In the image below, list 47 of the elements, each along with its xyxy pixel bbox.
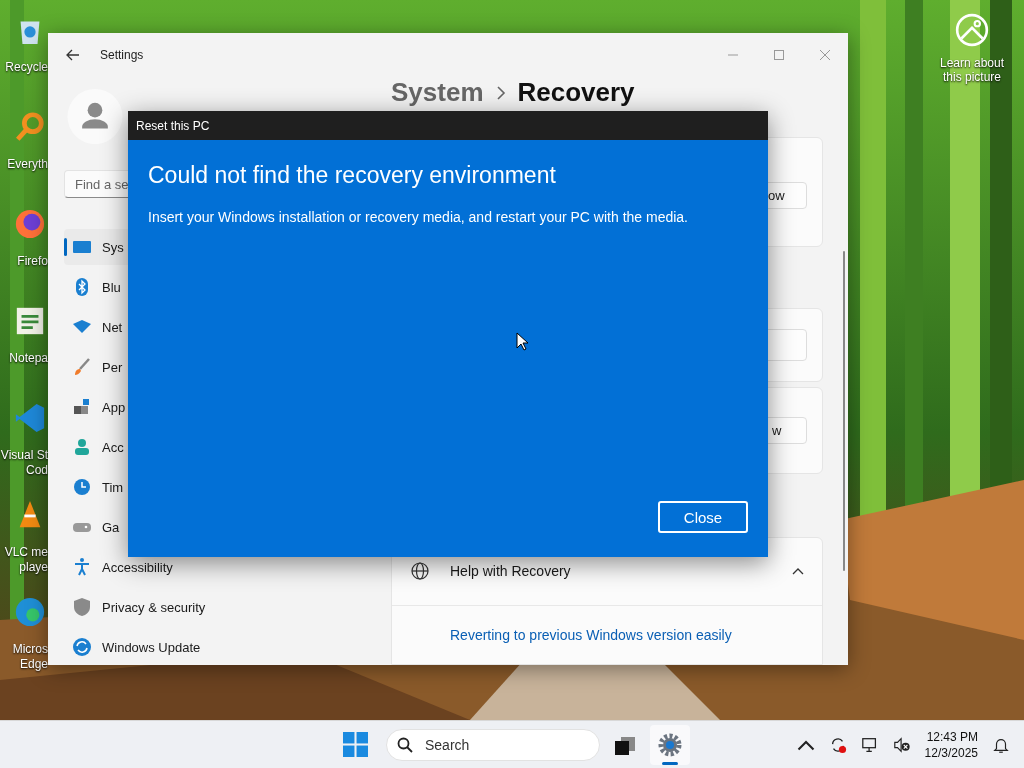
back-arrow-icon[interactable] bbox=[66, 49, 80, 61]
desktop-icon-label: Cod bbox=[26, 463, 48, 478]
person-icon bbox=[72, 437, 92, 457]
desktop-icon-label: Everyth bbox=[7, 157, 48, 172]
pointer-icon bbox=[516, 332, 528, 351]
apps-icon bbox=[72, 397, 92, 417]
dialog-title: Reset this PC bbox=[136, 118, 210, 133]
nav-item[interactable]: Privacy & security bbox=[64, 589, 332, 625]
nav-item[interactable]: Windows Update bbox=[64, 629, 332, 665]
accessibility-icon bbox=[72, 557, 92, 577]
clock-icon bbox=[72, 477, 92, 497]
maximize-icon[interactable] bbox=[774, 50, 784, 60]
chevron-right-icon bbox=[495, 84, 506, 101]
brush-icon bbox=[72, 357, 92, 377]
breadcrumb-parent[interactable]: System bbox=[391, 77, 484, 109]
close-icon[interactable] bbox=[820, 50, 830, 60]
avatar[interactable] bbox=[65, 89, 125, 145]
globe-icon bbox=[410, 561, 430, 582]
learn-picture-label[interactable]: Learn about bbox=[939, 56, 1005, 70]
desktop-icon-label: playe bbox=[19, 560, 48, 575]
chevron-icon[interactable] bbox=[792, 567, 804, 576]
desktop-icon-label: Firefo bbox=[17, 254, 48, 269]
search-icon bbox=[397, 736, 413, 753]
settings-icon bbox=[658, 732, 682, 757]
help-title: Help with Recovery bbox=[450, 563, 572, 580]
window-title: Settings bbox=[100, 48, 144, 62]
desktop-icon-label: Notepa bbox=[9, 351, 48, 366]
shield-icon bbox=[72, 597, 92, 617]
desktop-icon-label: Micros bbox=[12, 642, 48, 657]
muted-speaker-icon[interactable] bbox=[892, 735, 911, 754]
help-link[interactable]: Reverting to previous Windows version easily bbox=[450, 627, 732, 643]
clock-time[interactable]: 12:43 PM bbox=[926, 728, 978, 745]
desktop-icon-label: Recycle bbox=[5, 60, 48, 75]
desktop-icon-label: Visual St bbox=[0, 448, 48, 463]
desktop-icon-label: VLC me bbox=[4, 545, 48, 560]
dialog-heading: Could not find the recovery environment bbox=[148, 162, 557, 189]
landscape-icon[interactable] bbox=[954, 12, 990, 48]
desktop-icon-label: Edge bbox=[19, 657, 48, 672]
taskbar-search-field[interactable]: Search bbox=[386, 728, 600, 761]
dialog-message: Insert your Windows installation or recovery media, and restart your PC with the media. bbox=[148, 209, 689, 225]
clock-date[interactable]: 12/3/2025 bbox=[924, 744, 978, 761]
monitor-icon[interactable] bbox=[860, 735, 879, 754]
update-icon bbox=[72, 637, 92, 657]
page-title: Recovery bbox=[517, 77, 635, 109]
start-icon[interactable] bbox=[343, 732, 368, 757]
close-button[interactable]: Close bbox=[658, 501, 748, 533]
scrollbar[interactable] bbox=[843, 251, 845, 571]
